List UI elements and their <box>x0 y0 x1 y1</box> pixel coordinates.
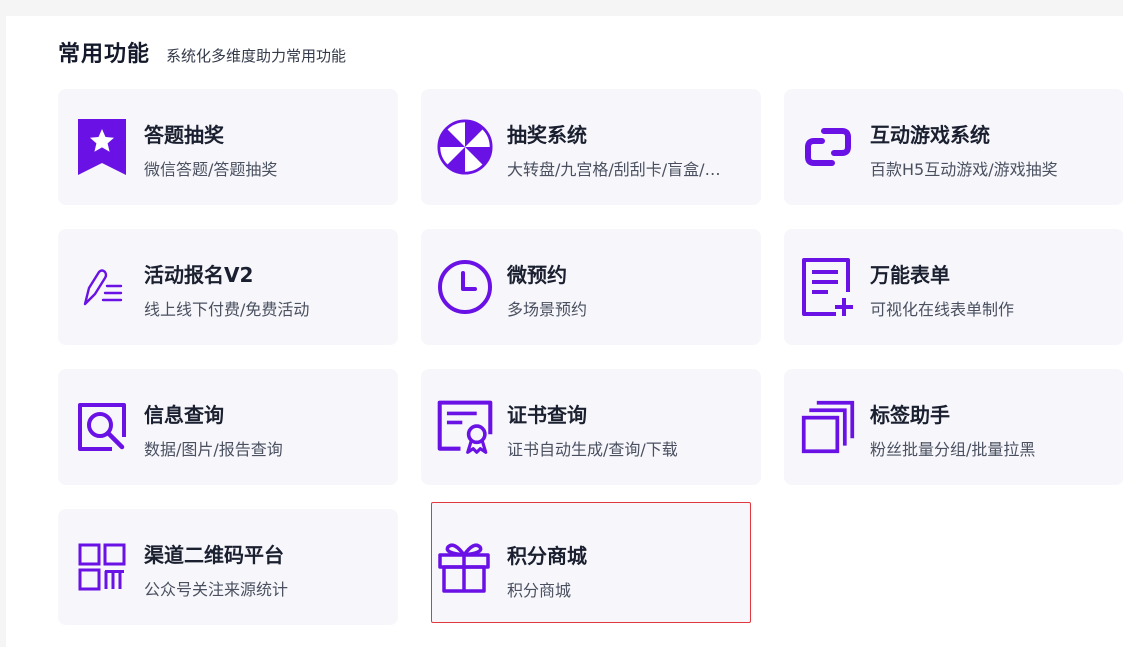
card-desc: 证书自动生成/查询/下载 <box>507 440 678 459</box>
card-desc: 多场景预约 <box>507 300 588 319</box>
card-desc: 积分商城 <box>507 581 572 600</box>
pen-list-icon <box>74 257 130 317</box>
card-universal-form[interactable]: 万能表单 可视化在线表单制作 <box>784 229 1123 345</box>
card-tag-assistant[interactable]: 标签助手 粉丝批量分组/批量拉黑 <box>784 369 1123 485</box>
card-desc: 公众号关注来源统计 <box>144 580 289 599</box>
card-desc: 大转盘/九宫格/刮刮卡/盲盒/… <box>507 160 721 179</box>
card-title: 证书查询 <box>507 403 587 427</box>
card-points-mall[interactable]: 积分商城 积分商城 <box>431 502 751 623</box>
main-panel: 常用功能 系统化多维度助力常用功能 答题抽奖 微信答题/答题抽奖 抽奖系统 大转… <box>6 16 1123 647</box>
card-title: 微预约 <box>507 263 567 287</box>
card-title: 互动游戏系统 <box>870 123 990 147</box>
card-interactive-games[interactable]: 互动游戏系统 百款H5互动游戏/游戏抽奖 <box>784 89 1123 205</box>
card-title: 标签助手 <box>870 403 950 427</box>
card-desc: 可视化在线表单制作 <box>870 300 1015 319</box>
card-title: 万能表单 <box>870 263 950 287</box>
wheel-icon <box>437 117 493 177</box>
section-title: 常用功能 <box>58 42 151 67</box>
card-desc: 数据/图片/报告查询 <box>144 440 283 459</box>
section-subtitle: 系统化多维度助力常用功能 <box>166 47 347 65</box>
card-appointment[interactable]: 微预约 多场景预约 <box>421 229 761 345</box>
clock-icon <box>437 257 493 317</box>
search-frame-icon <box>74 397 130 457</box>
card-info-query[interactable]: 信息查询 数据/图片/报告查询 <box>58 369 398 485</box>
gift-icon <box>436 537 492 597</box>
card-desc: 粉丝批量分组/批量拉黑 <box>870 440 1036 459</box>
star-ribbon-icon <box>74 117 130 177</box>
section-header: 常用功能 系统化多维度助力常用功能 <box>58 36 347 67</box>
card-lottery-system[interactable]: 抽奖系统 大转盘/九宫格/刮刮卡/盲盒/… <box>421 89 761 205</box>
card-desc: 微信答题/答题抽奖 <box>144 160 278 179</box>
card-title: 答题抽奖 <box>144 123 224 147</box>
card-title: 信息查询 <box>144 403 224 427</box>
card-title: 活动报名V2 <box>144 263 254 287</box>
card-certificate-query[interactable]: 证书查询 证书自动生成/查询/下载 <box>421 369 761 485</box>
card-title: 渠道二维码平台 <box>144 543 284 567</box>
card-quiz-lottery[interactable]: 答题抽奖 微信答题/答题抽奖 <box>58 89 398 205</box>
certificate-icon <box>437 397 493 457</box>
link-icon <box>800 117 856 177</box>
card-channel-qrcode[interactable]: 渠道二维码平台 公众号关注来源统计 <box>58 509 398 625</box>
card-title: 积分商城 <box>507 544 587 568</box>
card-desc: 百款H5互动游戏/游戏抽奖 <box>870 160 1058 179</box>
stacked-squares-icon <box>800 397 856 457</box>
form-plus-icon <box>800 257 856 317</box>
card-title: 抽奖系统 <box>507 123 587 147</box>
qr-grid-icon <box>74 537 130 597</box>
card-desc: 线上线下付费/免费活动 <box>144 300 310 319</box>
card-event-signup[interactable]: 活动报名V2 线上线下付费/免费活动 <box>58 229 398 345</box>
